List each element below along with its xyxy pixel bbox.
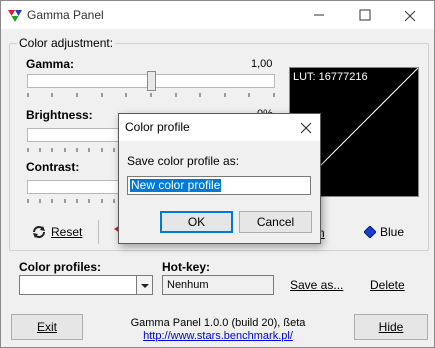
hotkey-field[interactable]: Nenhum <box>162 275 274 295</box>
exit-button[interactable]: Exit <box>11 314 83 340</box>
close-button[interactable] <box>388 1 434 29</box>
dropdown-arrow[interactable] <box>136 276 152 294</box>
contrast-label: Contrast: <box>26 160 80 174</box>
brightness-label: Brightness: <box>26 108 93 122</box>
website-link[interactable]: http://www.stars.benchmark.pl/ <box>123 330 313 342</box>
toolbar-divider <box>98 220 99 244</box>
profile-name-input[interactable]: New color profile <box>127 176 311 195</box>
color-profiles-combo[interactable] <box>19 275 153 295</box>
reset-button[interactable]: Reset <box>31 225 82 239</box>
blue-diamond-icon <box>364 226 376 238</box>
color-profile-dialog: Color profile Save color profile as: New… <box>118 113 321 244</box>
color-adjustment-label: Color adjustment: <box>17 36 116 50</box>
delete-button[interactable]: Delete <box>370 278 405 292</box>
dialog-title: Color profile <box>125 120 190 134</box>
maximize-icon <box>359 9 371 21</box>
hotkey-label: Hot-key: <box>162 260 211 274</box>
dialog-title-bar[interactable]: Color profile <box>119 114 320 141</box>
gamma-ticks <box>27 93 275 97</box>
version-text: Gamma Panel 1.0.0 (build 20), ßeta <box>130 317 306 329</box>
gamma-label: Gamma: <box>26 57 75 71</box>
gamma-slider-thumb[interactable] <box>147 71 156 91</box>
dialog-prompt: Save color profile as: <box>127 154 240 168</box>
minimize-button[interactable] <box>296 1 342 29</box>
close-icon <box>300 122 312 134</box>
dialog-cancel-button[interactable]: Cancel <box>239 211 312 233</box>
profile-name-value: New color profile <box>130 178 222 192</box>
gamma-value: 1,00 <box>251 58 273 70</box>
dialog-close-button[interactable] <box>296 118 316 138</box>
blue-label: Blue <box>380 225 405 239</box>
reset-label: Reset <box>51 225 83 239</box>
dialog-ok-button[interactable]: OK <box>160 211 233 233</box>
color-profiles-label: Color profiles: <box>19 260 102 274</box>
reset-icon <box>33 226 45 238</box>
minimize-icon <box>314 14 324 16</box>
window-title: Gamma Panel <box>27 8 104 22</box>
title-bar[interactable]: Gamma Panel <box>1 1 434 29</box>
chevron-down-icon <box>141 284 149 288</box>
save-as-button[interactable]: Save as... <box>290 278 343 292</box>
app-icon <box>8 10 22 22</box>
blue-button[interactable]: Blue <box>364 225 404 239</box>
close-icon <box>404 10 416 22</box>
hide-button[interactable]: Hide <box>354 314 428 340</box>
maximize-button[interactable] <box>342 1 388 29</box>
